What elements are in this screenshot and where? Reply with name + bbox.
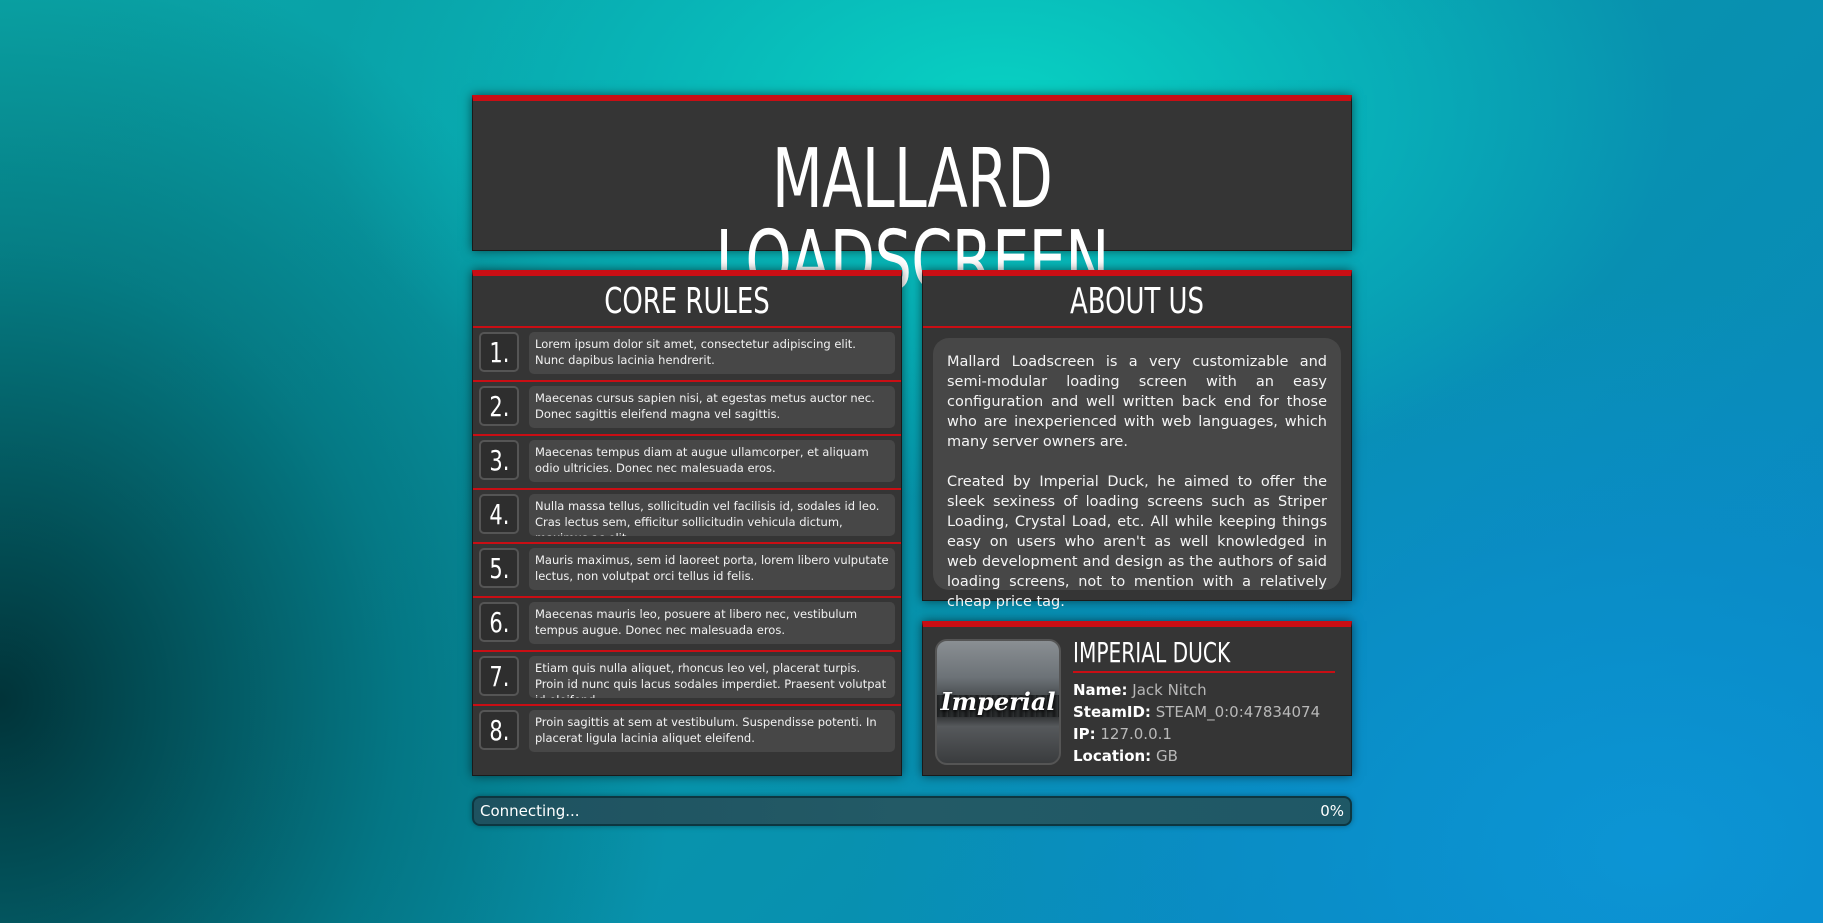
about-text-box: Mallard Loadscreen is a very customizabl… [933, 338, 1341, 610]
name-row: Name: Jack Nitch [1073, 679, 1341, 701]
rule-number: 1. [479, 332, 519, 372]
player-display-name: IMPERIAL DUCK [1073, 635, 1335, 673]
rule-number-text: 4. [488, 498, 510, 531]
rule-row: 5. Mauris maximus, sem id laoreet porta, … [473, 544, 901, 598]
about-paragraph: Created by Imperial Duck, he aimed to of… [947, 474, 1327, 610]
steamid-row: SteamID: STEAM_0:0:47834074 [1073, 701, 1341, 723]
rule-text: Mauris maximus, sem id laoreet porta, lo… [529, 548, 895, 590]
rule-number: 2. [479, 386, 519, 426]
about-us-panel: ABOUT US Mallard Loadscreen is a very cu… [922, 270, 1352, 610]
rule-number: 4. [479, 494, 519, 534]
rule-number: 5. [479, 548, 519, 588]
rule-row: 2. Maecenas cursus sapien nisi, at egesta… [473, 382, 901, 436]
title-panel: MALLARD LOADSCREEN [472, 95, 1352, 303]
player-display-name-text: IMPERIAL DUCK [1073, 636, 1231, 669]
rule-number-text: 5. [488, 552, 510, 585]
rule-text: Nulla massa tellus, sollicitudin vel fac… [529, 494, 895, 536]
name-value: Jack Nitch [1132, 681, 1207, 699]
avatar-logo-text: Imperial [940, 687, 1056, 716]
rule-number-text: 3. [488, 444, 510, 477]
location-label: Location: [1073, 747, 1152, 765]
rule-text: Lorem ipsum dolor sit amet, consectetur … [529, 332, 895, 374]
steamid-label: SteamID: [1073, 703, 1151, 721]
rule-row: 7. Etiam quis nulla aliquet, rhoncus leo … [473, 652, 901, 706]
ip-row: IP: 127.0.0.1 [1073, 723, 1341, 745]
rule-text: Maecenas mauris leo, posuere at libero n… [529, 602, 895, 644]
ip-value: 127.0.0.1 [1100, 725, 1172, 743]
rule-number: 6. [479, 602, 519, 642]
rule-text: Maecenas tempus diam at augue ullamcorpe… [529, 440, 895, 482]
steamid-value: STEAM_0:0:47834074 [1155, 703, 1321, 721]
progress-status: Connecting... [480, 802, 580, 820]
rule-text: Maecenas cursus sapien nisi, at egestas … [529, 386, 895, 428]
rule-text: Etiam quis nulla aliquet, rhoncus leo ve… [529, 656, 895, 698]
rule-row: 3. Maecenas tempus diam at augue ullamcor… [473, 436, 901, 490]
rule-row: 1. Lorem ipsum dolor sit amet, consectetu… [473, 328, 901, 382]
rule-number: 7. [479, 656, 519, 696]
rules-list: 1. Lorem ipsum dolor sit amet, consectetu… [473, 328, 901, 760]
location-value: GB [1155, 747, 1178, 765]
progress-percent: 0% [1320, 802, 1344, 820]
rule-row: 6. Maecenas mauris leo, posuere at libero… [473, 598, 901, 652]
loading-progress-bar: Connecting... 0% [472, 796, 1352, 826]
rule-number: 3. [479, 440, 519, 480]
core-rules-panel: CORE RULES 1. Lorem ipsum dolor sit amet,… [472, 270, 902, 776]
rule-text: Proin sagittis at sem at vestibulum. Sus… [529, 710, 895, 752]
player-info-panel: Imperial IMPERIAL DUCK Name: Jack Nitch … [922, 621, 1352, 776]
rule-number: 8. [479, 710, 519, 750]
name-label: Name: [1073, 681, 1128, 699]
about-us-heading: ABOUT US [1070, 281, 1204, 322]
heading-divider [923, 326, 1351, 328]
rule-row: 4. Nulla massa tellus, sollicitudin vel f… [473, 490, 901, 544]
player-details: Name: Jack Nitch SteamID: STEAM_0:0:4783… [1073, 679, 1341, 767]
about-paragraph: Mallard Loadscreen is a very customizabl… [947, 354, 1327, 450]
rule-number-text: 2. [488, 390, 510, 423]
rule-number-text: 6. [488, 606, 510, 639]
rule-row: 8. Proin sagittis at sem at vestibulum. S… [473, 706, 901, 760]
ip-label: IP: [1073, 725, 1096, 743]
avatar: Imperial [935, 639, 1061, 765]
rule-number-text: 1. [488, 336, 510, 369]
rule-number-text: 8. [488, 714, 510, 747]
rule-number-text: 7. [488, 660, 510, 693]
core-rules-heading: CORE RULES [604, 281, 770, 322]
location-row: Location: GB [1073, 745, 1341, 767]
